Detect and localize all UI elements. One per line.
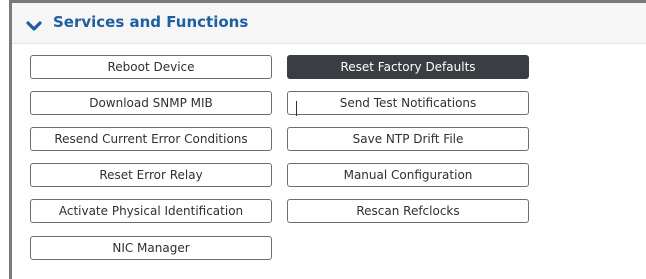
text-cursor-icon: [296, 101, 297, 116]
services-panel: Services and Functions Reboot Device Res…: [9, 0, 646, 279]
download-snmp-mib-button[interactable]: Download SNMP MIB: [30, 91, 272, 115]
rescan-refclocks-button[interactable]: Rescan Refclocks: [287, 199, 529, 223]
manual-configuration-button[interactable]: Manual Configuration: [287, 163, 529, 187]
save-ntp-drift-file-button[interactable]: Save NTP Drift File: [287, 127, 529, 151]
reset-error-relay-button[interactable]: Reset Error Relay: [30, 163, 272, 187]
activate-physical-identification-button[interactable]: Activate Physical Identification: [30, 199, 272, 223]
section-header[interactable]: Services and Functions: [12, 3, 646, 44]
reboot-device-button[interactable]: Reboot Device: [30, 55, 272, 79]
send-test-notifications-button[interactable]: Send Test Notifications: [287, 91, 529, 115]
reset-factory-defaults-button[interactable]: Reset Factory Defaults: [287, 55, 529, 79]
section-title: Services and Functions: [53, 13, 249, 31]
nic-manager-button[interactable]: NIC Manager: [30, 236, 272, 260]
resend-current-error-conditions-button[interactable]: Resend Current Error Conditions: [30, 127, 272, 151]
chevron-down-icon[interactable]: [26, 17, 42, 31]
